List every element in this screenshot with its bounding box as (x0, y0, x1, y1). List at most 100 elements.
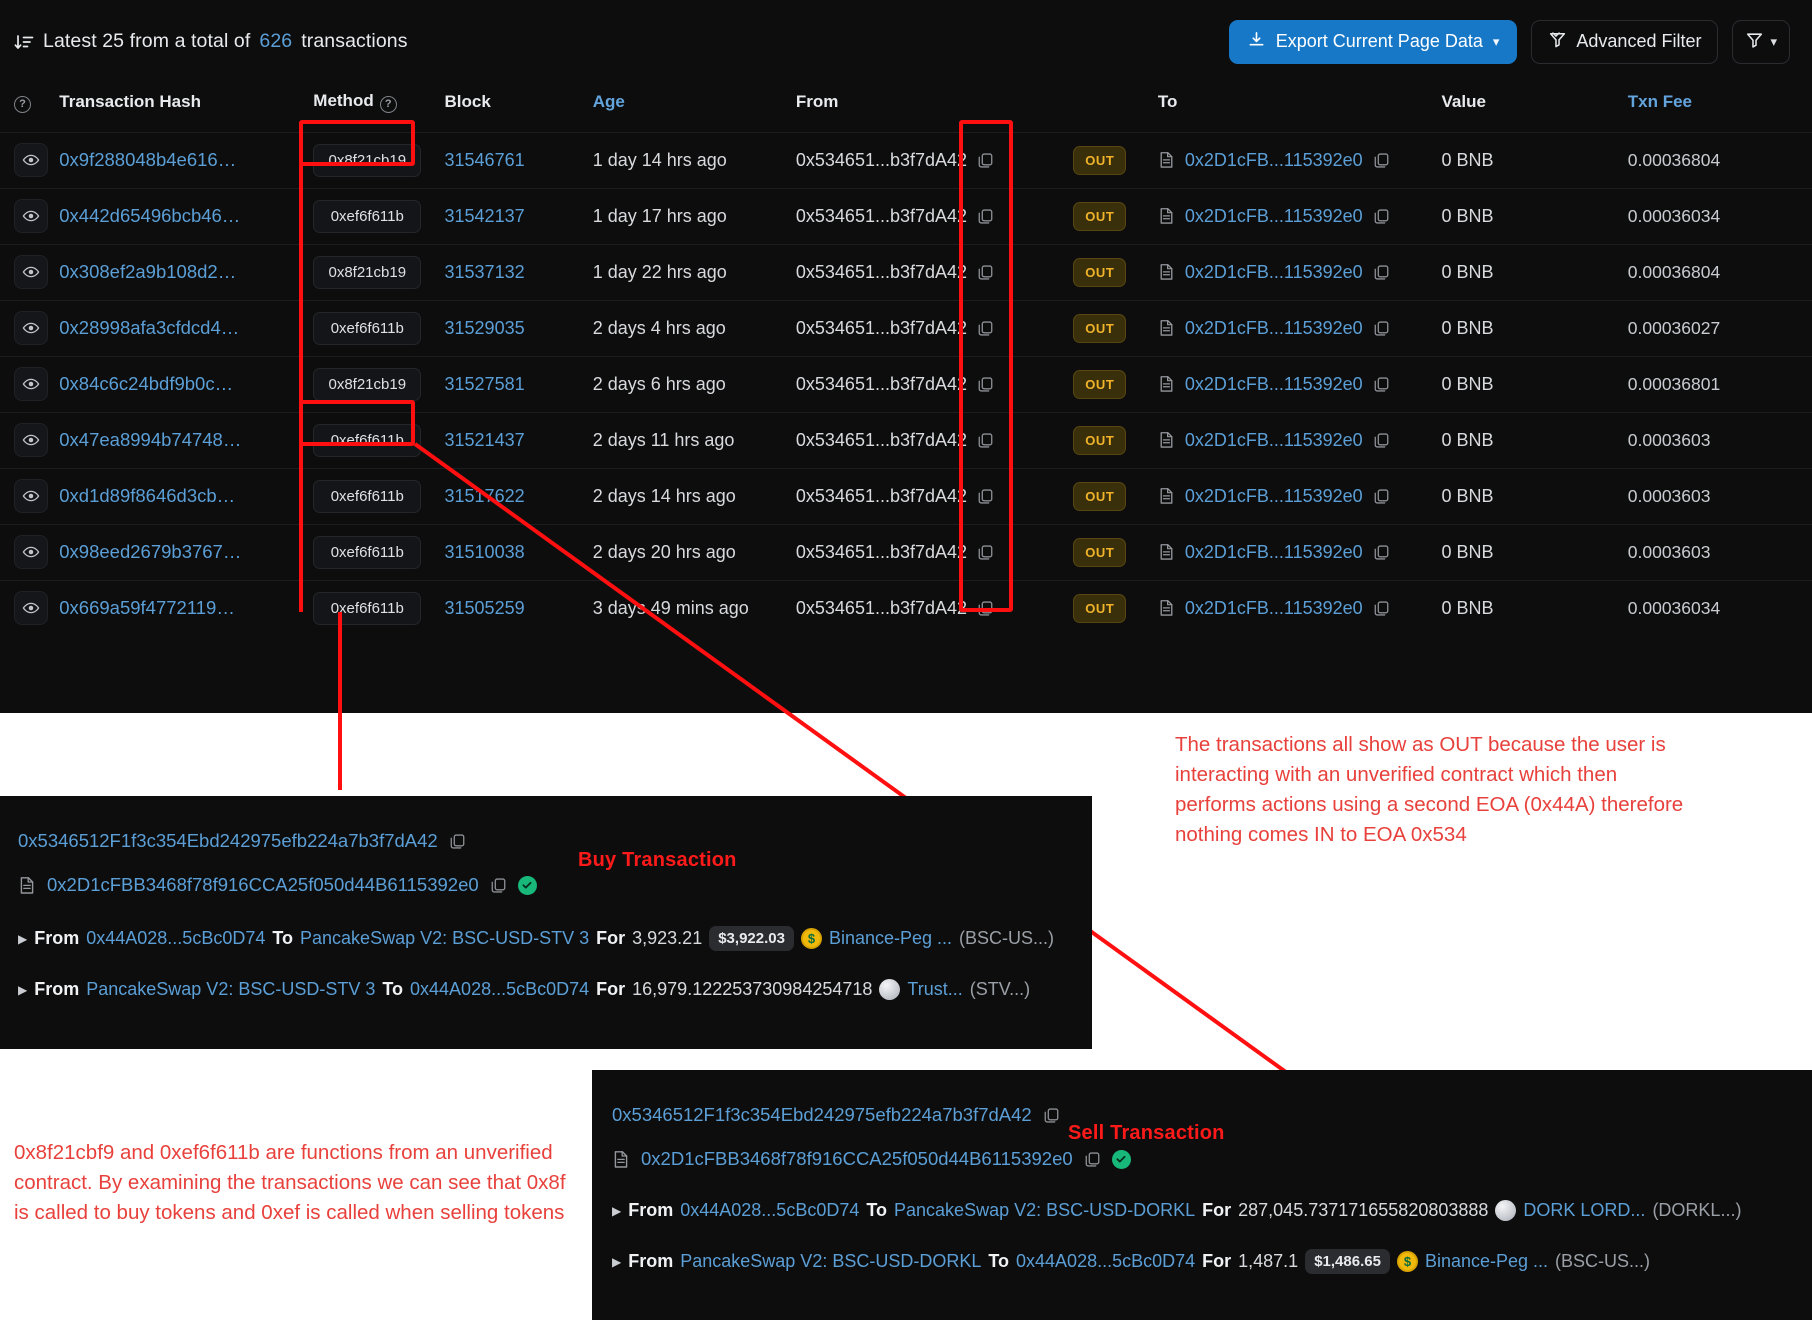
method-pill[interactable]: 0xef6f611b (313, 423, 422, 457)
transaction-hash-link[interactable]: 0x28998afa3cfdcd4… (59, 317, 239, 338)
transaction-hash-link[interactable]: 0x9f288048b4e616… (59, 149, 236, 170)
transaction-hash-link[interactable]: 0x442d65496bcb46… (59, 205, 240, 226)
expand-caret-icon[interactable]: ▶ (18, 983, 27, 997)
expand-caret-icon[interactable]: ▶ (18, 932, 27, 946)
copy-icon[interactable] (1373, 600, 1390, 617)
transfer-from-link[interactable]: PancakeSwap V2: BSC-USD-STV 3 (86, 979, 375, 1000)
expand-caret-icon[interactable]: ▶ (612, 1204, 621, 1218)
row-preview-cell (0, 299, 60, 356)
transaction-hash-link[interactable]: 0x98eed2679b3767… (59, 541, 241, 562)
transfer-to-link[interactable]: PancakeSwap V2: BSC-USD-STV 3 (300, 928, 589, 949)
eye-icon[interactable] (14, 143, 48, 177)
block-link[interactable]: 31527581 (445, 374, 525, 394)
copy-icon[interactable] (977, 432, 994, 449)
transfer-from-link[interactable]: 0x44A028...5cBc0D74 (86, 928, 265, 949)
to-address-link[interactable]: 0x2D1cFB...115392e0 (1185, 318, 1363, 339)
transfer-from-link[interactable]: PancakeSwap V2: BSC-USD-DORKL (680, 1251, 981, 1272)
to-address-link[interactable]: 0x2D1cFB...115392e0 (1185, 542, 1363, 563)
eye-icon[interactable] (14, 367, 48, 401)
method-pill[interactable]: 0xef6f611b (313, 535, 422, 569)
copy-icon[interactable] (1373, 208, 1390, 225)
token-link[interactable]: Trust... (907, 979, 962, 1000)
expand-caret-icon[interactable]: ▶ (612, 1255, 621, 1269)
column-header-age[interactable]: Age (593, 83, 796, 132)
transfer-to-link[interactable]: 0x44A028...5cBc0D74 (410, 979, 589, 1000)
sell-contract-address[interactable]: 0x2D1cFBB3468f78f916CCA25f050d44B6115392… (641, 1148, 1073, 1170)
copy-icon[interactable] (1373, 320, 1390, 337)
copy-icon[interactable] (1373, 376, 1390, 393)
transfer-from-link[interactable]: 0x44A028...5cBc0D74 (680, 1200, 859, 1221)
block-link[interactable]: 31537132 (445, 262, 525, 282)
transfer-to-link[interactable]: PancakeSwap V2: BSC-USD-DORKL (894, 1200, 1195, 1221)
transfer-to-link[interactable]: 0x44A028...5cBc0D74 (1016, 1251, 1195, 1272)
block-link[interactable]: 31529035 (445, 318, 525, 338)
copy-icon[interactable] (1373, 488, 1390, 505)
method-pill[interactable]: 0xef6f611b (313, 311, 422, 345)
token-link[interactable]: Binance-Peg ... (829, 928, 952, 949)
eye-icon[interactable] (14, 591, 48, 626)
eye-icon[interactable] (14, 535, 48, 569)
method-pill[interactable]: 0xef6f611b (313, 199, 422, 233)
block-link[interactable]: 31510038 (445, 542, 525, 562)
buy-contract-address[interactable]: 0x2D1cFBB3468f78f916CCA25f050d44B6115392… (47, 874, 479, 896)
block-link[interactable]: 31542137 (445, 206, 525, 226)
copy-icon[interactable] (490, 877, 507, 894)
method-pill[interactable]: 0x8f21cb19 (313, 367, 422, 401)
eye-icon[interactable] (14, 311, 48, 345)
eye-icon[interactable] (14, 255, 48, 289)
advanced-filter-button[interactable]: Advanced Filter (1531, 19, 1719, 64)
token-link[interactable]: DORK LORD... (1523, 1200, 1645, 1221)
eye-icon[interactable] (14, 199, 48, 233)
buy-from-address[interactable]: 0x5346512F1f3c354Ebd242975efb224a7b3f7dA… (18, 830, 438, 852)
transaction-hash-link[interactable]: 0x47ea8994b74748… (59, 429, 241, 450)
to-address-link[interactable]: 0x2D1cFB...115392e0 (1185, 262, 1363, 283)
copy-icon[interactable] (977, 208, 994, 225)
to-address-link[interactable]: 0x2D1cFB...115392e0 (1185, 206, 1363, 227)
method-pill[interactable]: 0xef6f611b (313, 479, 422, 513)
value-text: 0 BNB (1441, 429, 1494, 450)
transaction-count[interactable]: 626 (259, 30, 292, 53)
method-pill[interactable]: 0xef6f611b (313, 591, 422, 625)
copy-icon[interactable] (449, 833, 466, 850)
copy-icon[interactable] (977, 600, 994, 617)
method-pill[interactable]: 0x8f21cb19 (313, 255, 422, 289)
copy-icon[interactable] (1373, 152, 1390, 169)
copy-icon[interactable] (1084, 1151, 1101, 1168)
export-current-page-data-button[interactable]: Export Current Page Data ▾ (1228, 19, 1518, 64)
eye-icon[interactable] (14, 423, 48, 457)
question-circle-icon[interactable]: ? (379, 95, 397, 113)
copy-icon[interactable] (1373, 432, 1390, 449)
eye-icon[interactable] (14, 479, 48, 513)
block-link[interactable]: 31521437 (445, 430, 525, 450)
transaction-hash-link[interactable]: 0x308ef2a9b108d2… (59, 261, 236, 282)
token-link[interactable]: Binance-Peg ... (1425, 1251, 1548, 1272)
copy-icon[interactable] (1043, 1107, 1060, 1124)
question-circle-icon[interactable]: ? (14, 95, 31, 113)
copy-icon[interactable] (977, 264, 994, 281)
copy-icon[interactable] (977, 320, 994, 337)
sell-from-address[interactable]: 0x5346512F1f3c354Ebd242975efb224a7b3f7dA… (612, 1104, 1032, 1126)
fee-text: 0.0003603 (1627, 541, 1711, 562)
to-address-link[interactable]: 0x2D1cFB...115392e0 (1185, 486, 1363, 507)
copy-icon[interactable] (977, 488, 994, 505)
transaction-hash-link[interactable]: 0x669a59f4772119… (59, 597, 235, 618)
transaction-hash-link[interactable]: 0xd1d89f8646d3cb… (59, 485, 235, 506)
copy-icon[interactable] (977, 152, 994, 169)
method-pill[interactable]: 0x8f21cb19 (313, 143, 422, 177)
copy-icon[interactable] (1373, 264, 1390, 281)
block-link[interactable]: 31517622 (445, 486, 525, 506)
column-label: From (795, 91, 839, 111)
copy-icon[interactable] (977, 544, 994, 561)
copy-icon[interactable] (977, 376, 994, 393)
filter-dropdown-button[interactable]: ▾ (1732, 19, 1790, 64)
to-address-link[interactable]: 0x2D1cFB...115392e0 (1185, 374, 1363, 395)
to-address-link[interactable]: 0x2D1cFB...115392e0 (1185, 150, 1363, 171)
block-link[interactable]: 31505259 (445, 598, 525, 618)
row-fee-cell: 0.0003603 (1627, 411, 1812, 468)
transaction-hash-link[interactable]: 0x84c6c24bdf9b0c… (59, 373, 233, 394)
to-address-link[interactable]: 0x2D1cFB...115392e0 (1185, 430, 1363, 451)
block-link[interactable]: 31546761 (445, 150, 525, 170)
to-address-link[interactable]: 0x2D1cFB...115392e0 (1185, 598, 1363, 619)
column-header-fee[interactable]: Txn Fee (1628, 83, 1812, 132)
copy-icon[interactable] (1373, 544, 1390, 561)
